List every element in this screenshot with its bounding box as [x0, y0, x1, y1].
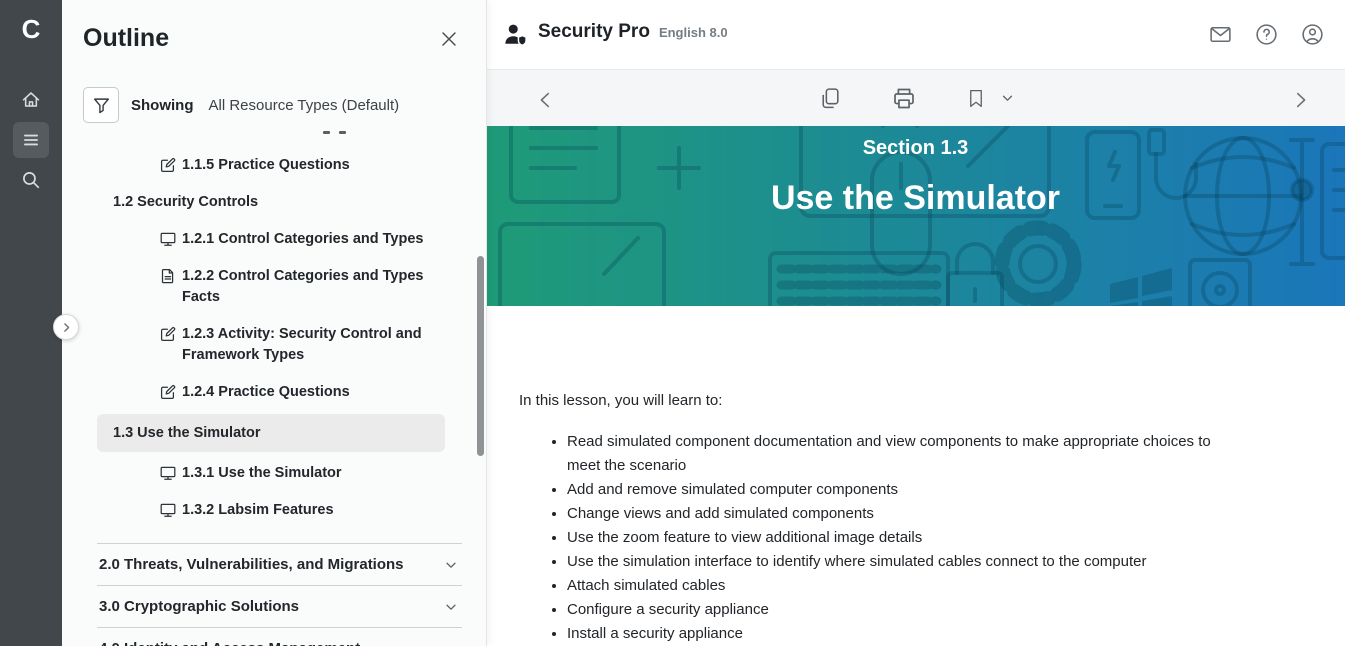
- outline-item-label: 1.2 Security Controls: [113, 194, 258, 210]
- outline-section-label: 3.0 Cryptographic Solutions: [99, 596, 299, 617]
- outline-item[interactable]: 1.3.1 Use the Simulator: [62, 455, 486, 492]
- objective-item: Install a security appliance: [567, 622, 1247, 646]
- banner-title: Use the Simulator: [486, 179, 1345, 218]
- lesson-content: In this lesson, you will learn to: Read …: [486, 306, 1345, 646]
- course-header: Security Pro English 8.0: [486, 0, 1345, 70]
- outline-item-selected[interactable]: 1.3 Use the Simulator: [97, 414, 445, 452]
- outline-item-label: 1.2.4 Practice Questions: [182, 382, 350, 403]
- outline-item-label: 1.3.2 Labsim Features: [182, 500, 334, 521]
- objective-item: Change views and add simulated component…: [567, 502, 1247, 526]
- copy-button[interactable]: [815, 84, 844, 113]
- home-icon: [21, 90, 41, 110]
- objective-item: Add and remove simulated computer compon…: [567, 478, 1247, 502]
- filter-showing-label: Showing: [131, 97, 194, 114]
- objectives-list: Read simulated component documentation a…: [519, 430, 1247, 646]
- outline-section-collapsed[interactable]: 2.0 Threats, Vulnerabilities, and Migrat…: [97, 543, 462, 585]
- shield-user-icon: [502, 21, 529, 48]
- bookmark-menu-button[interactable]: [998, 89, 1016, 107]
- outline-title: Outline: [83, 24, 169, 53]
- next-page-button[interactable]: [1287, 87, 1313, 113]
- outline-sections: 2.0 Threats, Vulnerabilities, and Migrat…: [62, 543, 486, 646]
- outline-panel: Outline Showing All Resource Types (Defa…: [62, 0, 486, 646]
- copy-icon: [817, 86, 842, 111]
- help-icon: [1254, 22, 1279, 47]
- banner-section-label: Section 1.3: [486, 126, 1345, 160]
- objective-item: Read simulated component documentation a…: [567, 430, 1247, 478]
- outline-item[interactable]: 1.1.5 Practice Questions: [62, 147, 486, 184]
- outline-item-label: 1.3 Use the Simulator: [113, 425, 260, 441]
- outline-item[interactable]: 1.2.1 Control Categories and Types: [62, 221, 486, 258]
- monitor-icon: [160, 502, 176, 518]
- objective-item: Use the zoom feature to view additional …: [567, 526, 1247, 550]
- account-button[interactable]: [1298, 20, 1327, 49]
- chevron-down-icon: [444, 600, 458, 614]
- rail-item-search[interactable]: [13, 162, 49, 198]
- outline-list: 1.1.5 Practice Questions 1.2 Security Con…: [62, 131, 486, 529]
- app-window: C Outline Showing All Resource Types (De…: [0, 0, 1345, 646]
- chevron-down-icon: [444, 642, 458, 646]
- menu-icon: [21, 130, 41, 150]
- outline-item[interactable]: 1.2.3 Activity: Security Control and Fra…: [62, 316, 486, 374]
- outline-section-label: 2.0 Threats, Vulnerabilities, and Migrat…: [99, 554, 404, 575]
- close-outline-button[interactable]: [436, 26, 462, 52]
- back-arrow-icon: [535, 89, 557, 111]
- monitor-icon: [160, 231, 176, 247]
- outline-section-label: 4.0 Identity and Access Management: [99, 638, 360, 646]
- edit-icon: [160, 326, 176, 342]
- mail-icon: [1208, 22, 1233, 47]
- rail-nav: [0, 80, 62, 200]
- outline-item[interactable]: 1.2 Security Controls: [62, 184, 486, 221]
- main-area: Security Pro English 8.0 Section 1.3: [486, 0, 1345, 646]
- outline-item[interactable]: 1.3.2 Labsim Features: [62, 492, 486, 529]
- outline-item-label: 1.2.2 Control Categories and Types Facts: [182, 266, 432, 308]
- section-banner: Section 1.3 Use the Simulator: [486, 126, 1345, 306]
- course-edition: English 8.0: [659, 25, 728, 40]
- content-toolbar: [486, 70, 1345, 126]
- monitor-icon: [160, 465, 176, 481]
- print-button[interactable]: [888, 83, 919, 114]
- app-logo: C: [0, 0, 62, 48]
- course-title: Security Pro: [538, 21, 650, 43]
- rail-item-outline[interactable]: [13, 122, 49, 158]
- outline-item-label: 1.3.1 Use the Simulator: [182, 463, 342, 484]
- objective-item: Use the simulation interface to identify…: [567, 550, 1247, 574]
- chevron-right-icon: [60, 321, 73, 334]
- panel-expand-button[interactable]: [53, 314, 79, 340]
- outline-item-label: 1.2.1 Control Categories and Types: [182, 229, 423, 250]
- edit-icon: [160, 157, 176, 173]
- filter-icon: [93, 97, 110, 114]
- forward-arrow-icon: [1289, 89, 1311, 111]
- outline-scrollbar-thumb[interactable]: [477, 256, 484, 456]
- objective-item: Attach simulated cables: [567, 574, 1247, 598]
- chevron-down-icon: [1000, 91, 1014, 105]
- objective-item: Configure a security appliance: [567, 598, 1247, 622]
- outline-section-collapsed[interactable]: 3.0 Cryptographic Solutions: [97, 585, 462, 627]
- chevron-down-icon: [444, 558, 458, 572]
- mail-button[interactable]: [1206, 20, 1235, 49]
- outline-item-label: 1.2.3 Activity: Security Control and Fra…: [182, 324, 432, 366]
- document-icon: [160, 268, 176, 284]
- rail-item-home[interactable]: [13, 82, 49, 118]
- search-icon: [21, 170, 41, 190]
- outline-section-collapsed[interactable]: 4.0 Identity and Access Management: [97, 627, 462, 646]
- close-icon: [440, 30, 458, 48]
- previous-page-button[interactable]: [533, 87, 559, 113]
- print-icon: [890, 85, 917, 112]
- bookmark-button[interactable]: [963, 86, 988, 111]
- edit-icon: [160, 384, 176, 400]
- outline-item[interactable]: 1.2.2 Control Categories and Types Facts: [62, 258, 486, 316]
- lesson-intro: In this lesson, you will learn to:: [519, 390, 1305, 412]
- filter-button[interactable]: [83, 87, 119, 123]
- account-icon: [1300, 22, 1325, 47]
- bookmark-icon: [965, 88, 986, 109]
- outline-item[interactable]: 1.2.4 Practice Questions: [62, 374, 486, 411]
- outline-item-label: 1.1.5 Practice Questions: [182, 155, 350, 176]
- filter-value: All Resource Types (Default): [209, 97, 400, 114]
- help-button[interactable]: [1252, 20, 1281, 49]
- clipped-item-fragment: [323, 131, 486, 137]
